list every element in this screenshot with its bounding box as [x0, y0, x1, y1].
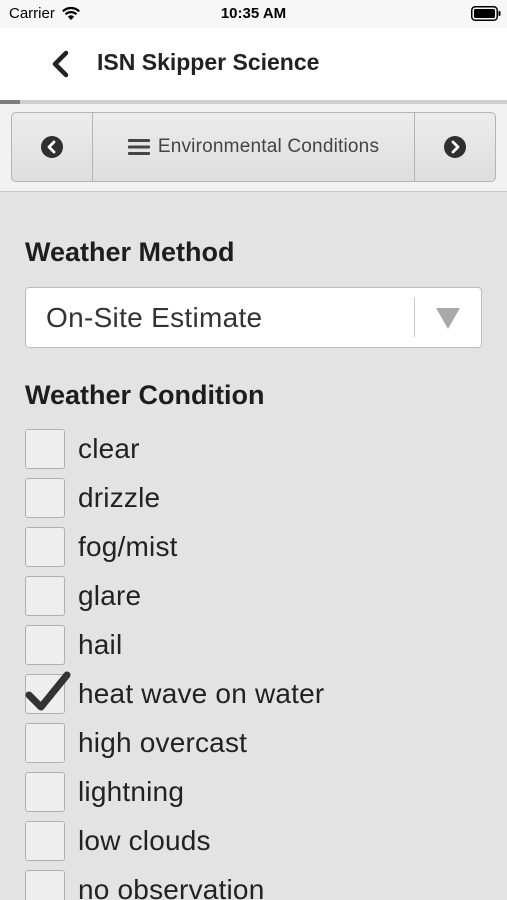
checkmark-icon — [25, 671, 71, 711]
option-label: lightning — [78, 776, 185, 807]
status-bar: Carrier 10:35 AM — [0, 0, 507, 28]
back-button[interactable] — [40, 44, 80, 84]
checkbox[interactable] — [25, 429, 65, 469]
checkbox[interactable] — [25, 478, 65, 518]
checkbox[interactable] — [25, 723, 65, 763]
option-label: fog/mist — [78, 531, 178, 562]
option-label: no observation — [78, 874, 265, 900]
weather-condition-option[interactable]: clear — [25, 429, 485, 471]
checkbox[interactable] — [25, 772, 65, 812]
checkbox[interactable] — [25, 576, 65, 616]
status-time: 10:35 AM — [220, 5, 287, 22]
previous-section-button[interactable] — [12, 113, 93, 181]
checkbox[interactable] — [25, 821, 65, 861]
weather-method-title: Weather Method — [25, 237, 235, 267]
weather-condition-option[interactable]: no observation — [25, 870, 485, 900]
chevron-left-icon — [52, 50, 69, 78]
weather-condition-option[interactable]: glare — [25, 576, 485, 618]
triangle-down-icon — [436, 308, 460, 329]
weather-condition-option[interactable]: fog/mist — [25, 527, 485, 569]
weather-condition-option[interactable]: lightning — [25, 772, 485, 814]
battery-icon — [471, 6, 501, 21]
option-label: low clouds — [78, 825, 211, 856]
section-menu-button[interactable]: Environmental Conditions — [93, 113, 414, 181]
option-label: clear — [78, 433, 140, 464]
section-navigator-area: Environmental Conditions — [0, 104, 507, 192]
section-label: Environmental Conditions — [157, 136, 380, 157]
weather-condition-option[interactable]: heat wave on water — [25, 671, 485, 716]
option-label: drizzle — [78, 482, 161, 513]
section-navigator: Environmental Conditions — [11, 112, 496, 182]
form-content: Weather Method On-Site Estimate Weather … — [0, 192, 507, 900]
weather-method-value: On-Site Estimate — [46, 302, 263, 333]
weather-condition-option[interactable]: low clouds — [25, 821, 485, 863]
checkbox[interactable] — [25, 870, 65, 900]
page-title: ISN Skipper Science — [97, 49, 320, 75]
option-label: hail — [78, 629, 123, 660]
select-divider — [414, 297, 415, 337]
option-label: heat wave on water — [78, 678, 325, 709]
weather-method-select[interactable]: On-Site Estimate — [25, 287, 482, 348]
hamburger-menu-icon — [127, 139, 150, 155]
checkbox[interactable] — [25, 527, 65, 567]
navigation-bar: ISN Skipper Science — [0, 28, 507, 100]
weather-condition-option[interactable]: drizzle — [25, 478, 485, 520]
next-section-button[interactable] — [414, 113, 495, 181]
checkbox[interactable] — [25, 671, 71, 714]
weather-condition-option[interactable]: high overcast — [25, 723, 485, 765]
checkbox[interactable] — [25, 625, 65, 665]
weather-condition-option[interactable]: hail — [25, 625, 485, 667]
weather-condition-title: Weather Condition — [25, 380, 265, 410]
option-label: glare — [78, 580, 142, 611]
option-label: high overcast — [78, 727, 248, 758]
circle-chevron-right-icon — [444, 136, 466, 158]
circle-chevron-left-icon — [41, 136, 63, 158]
